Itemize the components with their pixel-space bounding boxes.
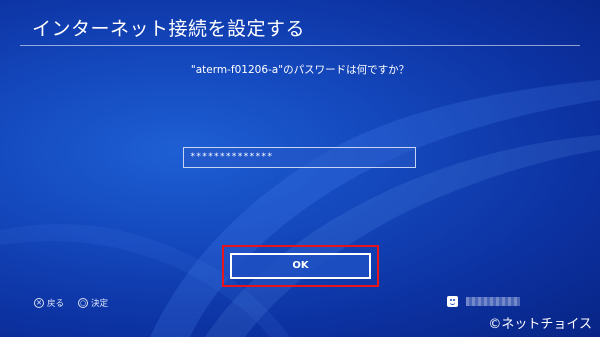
blurred-username	[466, 297, 520, 306]
cross-button-icon: ✕	[34, 298, 44, 308]
user-indicator	[447, 296, 520, 307]
back-hint[interactable]: ✕ 戻る	[34, 297, 64, 309]
watermark: ©ネットチョイス	[488, 317, 592, 332]
password-prompt: "aterm-f01206-a"のパスワードは何ですか？	[190, 64, 410, 76]
ps4-network-setup-screen: インターネット接続を設定する "aterm-f01206-a"のパスワードは何で…	[0, 0, 600, 337]
smiley-avatar-icon	[447, 296, 458, 307]
back-hint-label: 戻る	[47, 299, 65, 309]
circle-button-icon: ○	[78, 298, 88, 308]
page-title: インターネット接続を設定する	[32, 18, 306, 40]
password-input[interactable]: **************	[183, 147, 416, 168]
ok-button[interactable]: OK	[230, 253, 371, 279]
confirm-hint[interactable]: ○ 決定	[78, 297, 108, 309]
confirm-hint-label: 決定	[91, 299, 109, 309]
title-divider	[20, 45, 580, 46]
